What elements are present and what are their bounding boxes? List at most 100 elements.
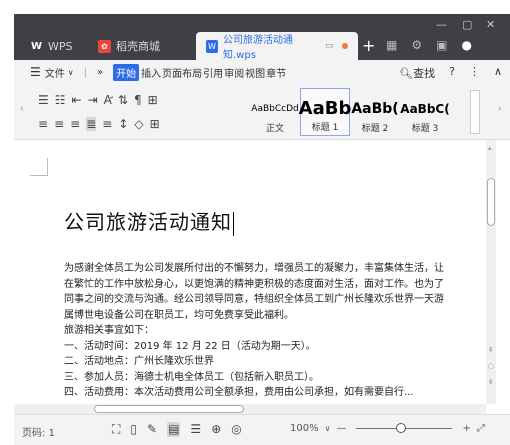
collapse-ribbon-icon[interactable]: ∧ [494,65,502,81]
zoom-control: 100% ∨ — + ⤢ [290,423,485,434]
align-left-icon[interactable]: ≡ [38,117,48,131]
chevron-down-icon[interactable]: ∨ [325,424,331,433]
settings-icon[interactable]: ⚙ [411,38,422,52]
style-sample: AaBb [298,97,352,119]
page-number[interactable]: 页码: 1 [22,424,55,439]
next-page-icon[interactable]: ⇟ [488,378,494,386]
justify-icon[interactable]: ≣ [86,117,97,131]
margin-corner-mark [30,158,48,176]
more-menu-icon[interactable]: » [97,67,103,78]
tab-strip: W WPS ✿ 稻壳商城 W 公司旅游活动通知.wps ▭ [20,32,358,61]
zoom-level[interactable]: 100% [290,423,319,434]
write-mode-icon[interactable]: ✎ [147,422,157,437]
paragraph-line: 在繁忙的工作中放松身心，以更饱满的精神更积极的态度面对生活，面对工作。也为了 [64,278,444,290]
increase-indent-icon[interactable]: ⇥ [88,93,98,107]
tab-home[interactable]: 开始 [113,63,140,81]
style-sample: AaBbC( [400,102,450,116]
titlebar-tools: ▦ ⚙ ▣ ● [386,38,472,52]
vertical-scrollbar[interactable]: ▴ ⇞ ○ ⇟ [486,140,496,404]
style-label: 正文 [265,124,284,134]
tab-view[interactable]: 视图 [245,65,265,80]
paragraph-group: ☰ ☷ ⇤ ⇥ A̛ ⇅ ¶ ⊞ ≡ ≡ ≡ ≣ ≡ ↕ ◇ ⊞ [38,90,246,134]
paragraph-line: 二、活动地点：广州长隆欢乐世界 [64,356,214,367]
search-label: 查找 [413,67,436,80]
style-normal[interactable]: AaBbCcDd 正文 [250,88,300,136]
status-bar: 页码: 1 ⛶ ▯ ✎ ▤ ☰ ⊕ ◎ 100% ∨ — + ⤢ [14,414,510,445]
document-canvas[interactable]: 公司旅游活动通知 为感谢全体员工为公司发展所付出的不懈努力，增强员工的凝聚力，丰… [14,140,486,404]
paragraph-line: 三、参加人员：海德士机电全体员工（包括新入职员工）。 [64,371,319,383]
scroll-up-icon[interactable]: ▴ [488,144,492,152]
decrease-indent-icon[interactable]: ⇤ [72,93,82,107]
page-view-icon[interactable]: ▤ [167,422,181,437]
table-border-icon[interactable]: ⊞ [148,93,158,107]
monitor-icon: ▭ [324,41,334,51]
layout-icon[interactable]: ▦ [386,38,397,52]
vertical-scroll-thumb[interactable] [487,178,495,226]
shading-icon[interactable]: ◇ [134,117,143,131]
ribbon-left-arrow-icon[interactable]: ‹ [20,104,24,114]
view-mode-icons: ⛶ ▯ ✎ ▤ ☰ ⊕ ◎ [112,422,242,437]
align-right-icon[interactable]: ≡ [70,117,80,131]
tab-wps[interactable]: W WPS [20,32,88,60]
horizontal-scrollbar[interactable] [14,404,486,414]
tab-references[interactable]: 引用 [203,65,223,80]
outline-view-icon[interactable]: ☰ [190,422,201,437]
fullscreen-icon[interactable]: ⛶ [112,422,120,437]
web-view-icon[interactable]: ⊕ [211,422,221,437]
paragraph-line: 为感谢全体员工为公司发展所付出的不懈努力，增强员工的凝聚力，丰富集体生活，让 [64,263,444,274]
document-body[interactable]: 为感谢全体员工为公司发展所付出的不懈努力，增强员工的凝聚力，丰富集体生活，让 在… [64,261,486,401]
style-heading-3[interactable]: AaBbC( 标题 3 [400,88,450,136]
chevron-down-icon[interactable]: ∨ [68,68,74,77]
help-icon[interactable]: ? [449,65,455,81]
zoom-slider-knob[interactable] [396,423,407,433]
align-center-icon[interactable]: ≡ [54,117,64,131]
minimize-icon[interactable]: — [436,18,447,31]
style-gallery-scroll[interactable] [470,90,480,134]
more-options-icon[interactable]: ⋮ [469,65,480,81]
zoom-out-button[interactable]: — [336,423,346,434]
document-title[interactable]: 公司旅游活动通知 [64,206,234,236]
style-heading-1[interactable]: AaBb 标题 1 [298,88,352,136]
avatar[interactable]: ● [461,38,471,52]
borders-icon[interactable]: ⊞ [150,117,160,131]
read-mode-icon[interactable]: ▯ [130,422,137,437]
prev-page-icon[interactable]: ⇞ [488,346,494,354]
search-icon: 🔍︎ [399,67,414,80]
file-menu[interactable]: 文件 [45,65,65,80]
skin-icon[interactable]: ▣ [436,38,447,52]
zoom-slider[interactable] [356,423,453,433]
eye-protection-icon[interactable]: ◎ [231,422,241,437]
ribbon: ‹ › ☰ ☷ ⇤ ⇥ A̛ ⇅ ¶ ⊞ ≡ ≡ ≡ ≣ ≡ ↕ ◇ ⊞ AaB… [14,84,510,140]
select-browse-icon[interactable]: ○ [488,362,494,370]
horizontal-scroll-thumb[interactable] [94,405,244,413]
tab-document[interactable]: W 公司旅游活动通知.wps ▭ [196,32,358,61]
line-spacing-icon[interactable]: ↕ [118,117,128,131]
fit-page-icon[interactable]: ⤢ [477,423,485,434]
sort-icon[interactable]: ⇅ [118,93,128,107]
zoom-in-button[interactable]: + [462,423,470,434]
chinese-layout-icon[interactable]: A̛ [104,93,112,107]
tab-label: WPS [48,39,73,53]
tab-review[interactable]: 审阅 [224,65,244,80]
style-label: 标题 2 [361,124,389,134]
ribbon-right-arrow-icon[interactable]: › [498,104,502,114]
tab-insert[interactable]: 插入 [141,65,161,80]
maximize-icon[interactable]: ▢ [462,18,472,31]
hamburger-icon[interactable]: ☰ [30,65,41,79]
close-icon[interactable]: ✕ [486,18,495,31]
paragraph-line: 四、活动费用：本次活动费用公司全额承担，费用由公司承担，如有需要自行... [64,387,414,398]
paragraph-line: 一、活动时间：2019 年 12 月 22 日（活动为期一天）。 [64,340,316,352]
wps-window: — ▢ ✕ W WPS ✿ 稻壳商城 W 公司旅游活动通知.wps ▭ + ▦ … [0,0,510,445]
tab-page-layout[interactable]: 页面布局 [162,65,202,80]
tab-label: 公司旅游活动通知.wps [223,35,293,61]
search-button[interactable]: 🔍︎查找 [399,65,435,81]
numbered-list-icon[interactable]: ☷ [55,93,66,107]
add-tab-button[interactable]: + [362,36,375,55]
text-caret [233,211,234,236]
style-heading-2[interactable]: AaBb( 标题 2 [350,88,400,136]
tab-section[interactable]: 章节 [266,65,286,80]
tab-docer-store[interactable]: ✿ 稻壳商城 [88,32,196,60]
distributed-icon[interactable]: ≡ [102,117,112,131]
show-marks-icon[interactable]: ¶ [134,93,142,107]
bullet-list-icon[interactable]: ☰ [38,93,49,107]
